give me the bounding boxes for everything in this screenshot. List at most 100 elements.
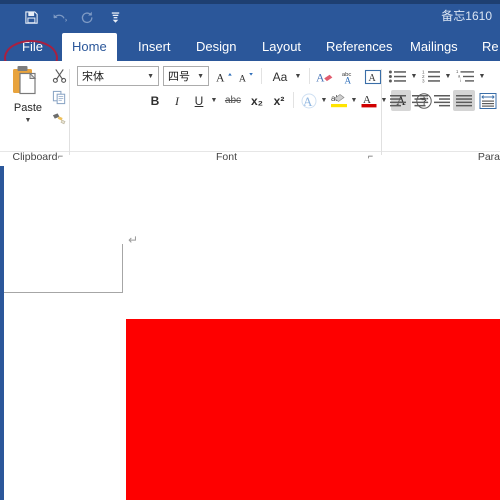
phonetic-guide-button[interactable]: abc A <box>339 66 361 87</box>
change-case-button[interactable]: Aa <box>267 66 293 87</box>
bold-button[interactable]: B <box>145 90 165 111</box>
font-name-input[interactable]: 宋体 ▼ <box>77 66 159 86</box>
svg-text:A: A <box>369 73 377 84</box>
underline-caret-glyph: ▼ <box>210 97 218 104</box>
document-area[interactable]: ↵ 纯净系统之家 www.ycwjzy.com <box>0 166 500 500</box>
italic-button[interactable]: I <box>167 90 187 111</box>
tab-design[interactable]: Design <box>186 33 246 61</box>
subscript-label: x₂ <box>250 93 263 108</box>
tab-file[interactable]: File <box>10 33 55 61</box>
numbering-button[interactable]: 1 2 3 <box>421 66 443 87</box>
tab-mailings[interactable]: Mailings <box>400 33 468 61</box>
clipboard-dialog-launcher[interactable]: ⌐ <box>55 151 66 162</box>
font-dialog-launcher[interactable]: ⌐ <box>365 151 376 162</box>
distributed-button[interactable] <box>477 90 499 111</box>
font-name-caret[interactable]: ▼ <box>147 73 158 80</box>
text-highlight-caret-glyph: ▼ <box>350 97 358 104</box>
character-border-icon: A <box>364 69 382 84</box>
underline-button[interactable]: U <box>189 90 209 111</box>
font-size-value: 四号 <box>168 71 190 83</box>
font-color-button[interactable]: A <box>359 90 379 111</box>
bullets-button[interactable] <box>387 66 409 87</box>
character-border-button[interactable]: A <box>363 66 383 87</box>
highlight-icon: ab <box>331 94 347 108</box>
numbering-icon: 1 2 3 <box>422 69 440 83</box>
copy-button[interactable] <box>48 87 70 108</box>
group-separator <box>69 69 70 155</box>
text-frame-top-border <box>4 292 123 293</box>
shrink-font-icon: A <box>239 72 253 84</box>
align-left-button[interactable] <box>387 90 409 111</box>
change-case-label: Aa <box>272 69 288 84</box>
svg-text:A: A <box>216 71 225 84</box>
word-window: 备忘1610 File Home Insert Design Layout Re… <box>0 0 500 500</box>
ribbon-group-paragraph: ▼ 1 2 3 ▼ 1 a i ▼ Para <box>383 61 500 165</box>
font-color-icon: A <box>361 94 377 108</box>
shrink-font-button[interactable]: A <box>237 66 257 87</box>
ribbon: Paste ▼ Clipboard ⌐ 宋体 ▼ 四号 ▼ A A Aa ▼ A… <box>0 61 500 167</box>
tab-home[interactable]: Home <box>62 33 117 61</box>
distributed-icon <box>479 92 497 109</box>
phonetic-guide-icon: abc A <box>342 72 352 85</box>
font-size-input[interactable]: 四号 ▼ <box>163 66 209 86</box>
svg-text:A: A <box>345 75 352 85</box>
font-separator-2 <box>309 68 310 84</box>
svg-text:i: i <box>460 78 461 83</box>
bullets-caret[interactable]: ▼ <box>409 66 419 87</box>
strikethrough-label: abc <box>224 94 242 106</box>
tab-references[interactable]: References <box>316 33 402 61</box>
font-separator-1 <box>261 68 262 84</box>
multilevel-list-icon: 1 a i <box>456 69 474 83</box>
change-case-caret[interactable]: ▼ <box>293 66 303 87</box>
window-title: 备忘1610 <box>441 9 492 23</box>
tab-layout[interactable]: Layout <box>252 33 311 61</box>
tab-insert[interactable]: Insert <box>128 33 181 61</box>
font-separator-3 <box>293 92 294 108</box>
align-right-button[interactable] <box>431 90 453 111</box>
text-frame-left-border <box>122 244 123 293</box>
font-size-caret[interactable]: ▼ <box>197 73 208 80</box>
font-name-value: 宋体 <box>82 71 104 83</box>
clear-formatting-button[interactable]: A <box>315 66 337 87</box>
multilevel-caret-glyph: ▼ <box>478 73 486 80</box>
numbering-caret-glyph: ▼ <box>444 73 452 80</box>
tab-review[interactable]: Re <box>472 33 500 61</box>
document-page[interactable]: ↵ <box>4 166 500 500</box>
ribbon-tab-strip: File Home Insert Design Layout Reference… <box>0 31 500 61</box>
window-top-edge <box>0 0 500 4</box>
justify-button[interactable] <box>453 90 475 111</box>
strikethrough-button[interactable]: abc <box>221 90 245 111</box>
group-label-font: Font <box>215 151 237 163</box>
paste-icon <box>13 66 37 95</box>
bullets-icon <box>388 70 406 83</box>
paintbrush-icon <box>52 113 66 125</box>
underline-caret[interactable]: ▼ <box>209 90 219 111</box>
clear-formatting-icon: A <box>316 70 333 84</box>
copy-icon <box>52 90 65 105</box>
grow-font-button[interactable]: A <box>215 66 235 87</box>
text-effects-button[interactable]: A <box>299 90 319 111</box>
svg-text:3: 3 <box>422 78 425 83</box>
bullets-caret-glyph: ▼ <box>410 73 418 80</box>
paste-button[interactable]: Paste ▼ <box>6 65 50 137</box>
grow-font-icon: A <box>216 71 232 84</box>
svg-text:A: A <box>316 70 325 84</box>
superscript-button[interactable]: x² <box>269 90 289 111</box>
superscript-label: x² <box>273 93 285 108</box>
text-highlight-button[interactable]: ab <box>329 90 349 111</box>
text-highlight-caret[interactable]: ▼ <box>349 90 359 111</box>
multilevel-list-caret[interactable]: ▼ <box>477 66 487 87</box>
group-label-paragraph: Para <box>477 151 500 163</box>
cut-button[interactable] <box>48 65 70 86</box>
multilevel-list-button[interactable]: 1 a i <box>455 66 477 87</box>
underline-label: U <box>194 93 204 108</box>
ribbon-group-clipboard: Paste ▼ Clipboard ⌐ <box>0 61 70 165</box>
paragraph-mark: ↵ <box>128 233 139 247</box>
subscript-button[interactable]: x₂ <box>247 90 267 111</box>
format-painter-button[interactable] <box>48 109 70 130</box>
align-center-button[interactable] <box>409 90 431 111</box>
group-separator <box>381 69 382 155</box>
text-effects-caret[interactable]: ▼ <box>319 90 329 111</box>
numbering-caret[interactable]: ▼ <box>443 66 453 87</box>
paste-dropdown-caret[interactable]: ▼ <box>25 117 32 124</box>
